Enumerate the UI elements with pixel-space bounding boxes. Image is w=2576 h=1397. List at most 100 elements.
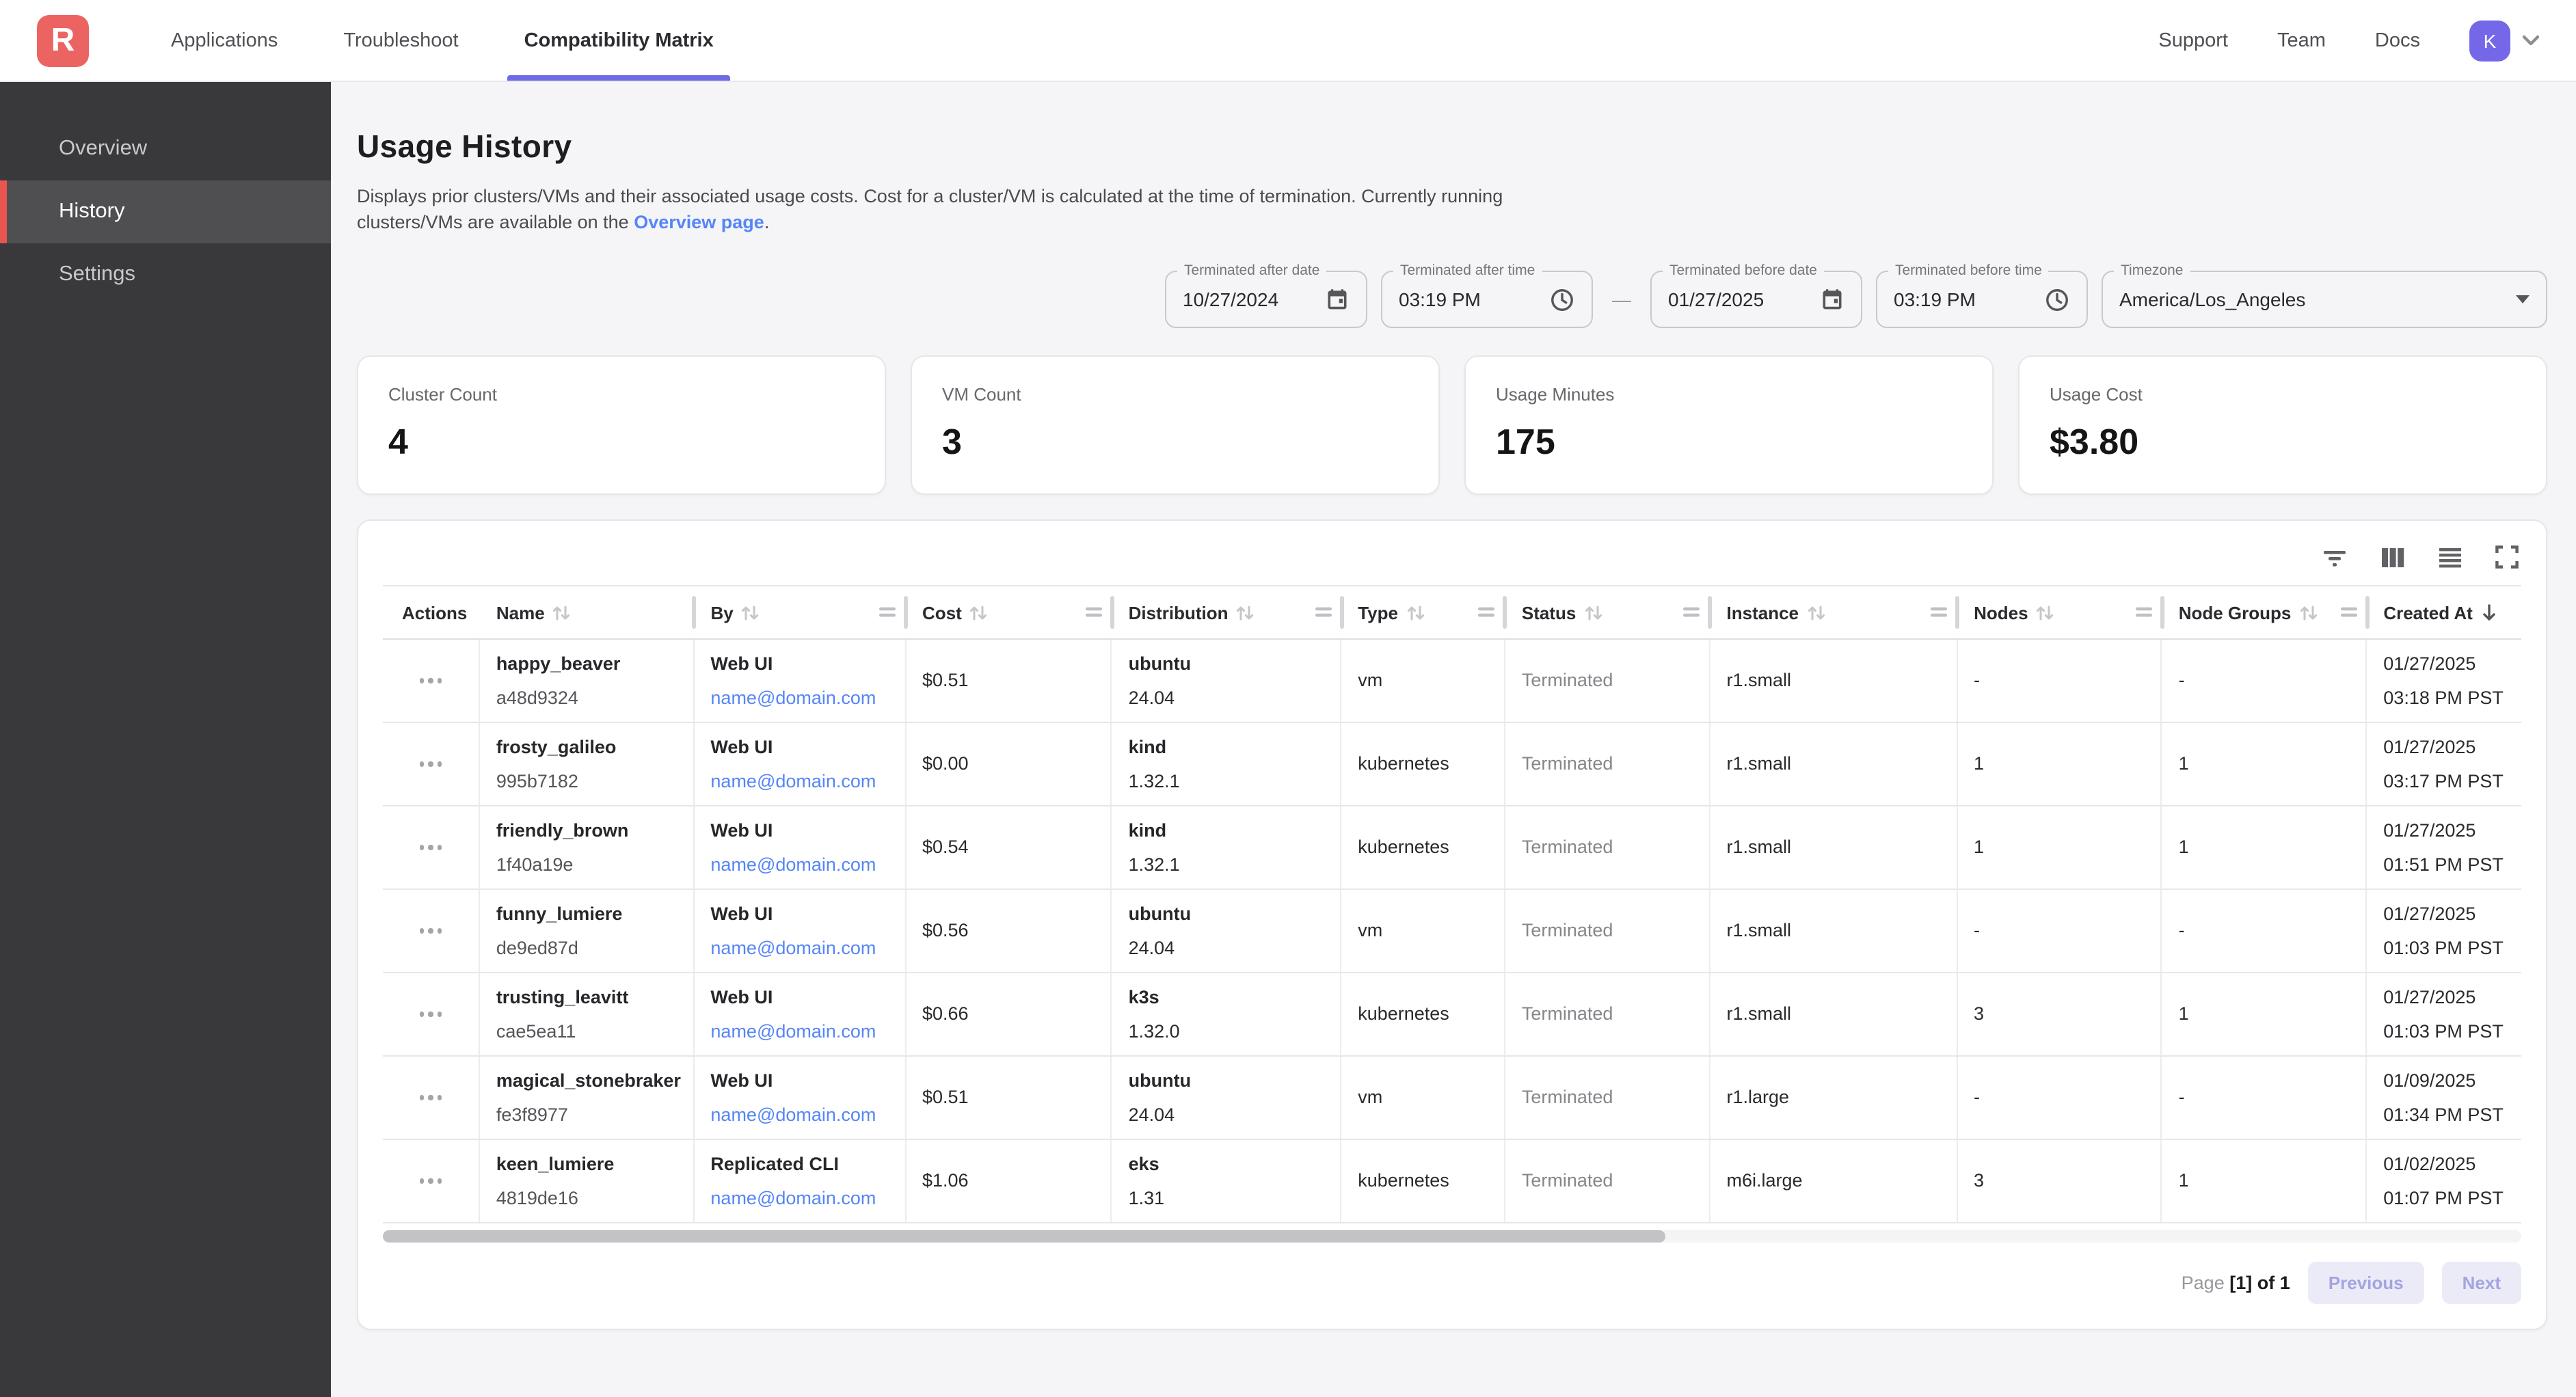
sort-icon[interactable] <box>2035 603 2056 621</box>
column-resize-icon[interactable] <box>2136 606 2152 619</box>
sidebar-item-history[interactable]: History <box>0 180 331 243</box>
ellipsis-icon[interactable] <box>419 1179 442 1184</box>
link-team[interactable]: Team <box>2277 29 2326 51</box>
stat-card-usage-minutes: Usage Minutes 175 <box>1464 355 1994 495</box>
column-resize-icon[interactable] <box>1684 606 1700 619</box>
email-link[interactable]: name@domain.com <box>710 1186 904 1210</box>
tab-compatibility-matrix[interactable]: Compatibility Matrix <box>500 0 738 81</box>
clock-icon[interactable] <box>2030 286 2070 312</box>
cluster-name: happy_beaver <box>496 651 693 676</box>
column-resize-icon[interactable] <box>2340 606 2357 619</box>
node-groups-value: - <box>2179 919 2366 943</box>
fullscreen-icon[interactable] <box>2495 545 2519 569</box>
tab-troubleshoot[interactable]: Troubleshoot <box>319 0 483 81</box>
cell-status: Terminated <box>1505 640 1710 722</box>
row-actions-button[interactable] <box>383 1057 480 1139</box>
table-row: keen_lumiere4819de16Replicated CLIname@d… <box>383 1140 2521 1223</box>
columns-icon[interactable] <box>2380 546 2405 568</box>
type-value: kubernetes <box>1358 1002 1504 1027</box>
cluster-id: 4819de16 <box>496 1186 693 1210</box>
avatar[interactable]: K <box>2469 20 2510 61</box>
row-actions-button[interactable] <box>383 806 480 889</box>
column-header-by[interactable]: By <box>694 586 906 638</box>
sort-icon[interactable] <box>1235 603 1256 621</box>
node-groups-value: 1 <box>2179 752 2366 776</box>
row-actions-button[interactable] <box>383 723 480 805</box>
timezone-select[interactable]: Timezone America/Los_Angeles <box>2102 271 2547 328</box>
column-header-instance[interactable]: Instance <box>1710 586 1958 638</box>
ellipsis-icon[interactable] <box>419 1096 442 1100</box>
email-link[interactable]: name@domain.com <box>710 1102 904 1127</box>
stat-value: $3.80 <box>2050 421 2516 463</box>
terminated-after-date-field[interactable]: Terminated after date 10/27/2024 <box>1165 271 1367 328</box>
column-resize-icon[interactable] <box>1315 606 1331 619</box>
usage-history-table-card: Actions NameByCostDistributionTypeStatusI… <box>357 519 2547 1330</box>
ellipsis-icon[interactable] <box>419 762 442 767</box>
terminated-before-time-field[interactable]: Terminated before time 03:19 PM <box>1876 271 2088 328</box>
column-header-distribution[interactable]: Distribution <box>1112 586 1342 638</box>
column-header-status[interactable]: Status <box>1505 586 1710 638</box>
link-support[interactable]: Support <box>2158 29 2228 51</box>
email-link[interactable]: name@domain.com <box>710 686 904 710</box>
row-actions-button[interactable] <box>383 640 480 722</box>
email-link[interactable]: name@domain.com <box>710 852 904 877</box>
scrollbar-thumb[interactable] <box>383 1230 1666 1243</box>
row-actions-button[interactable] <box>383 890 480 972</box>
cluster-id: de9ed87d <box>496 936 693 960</box>
calendar-icon[interactable] <box>1806 287 1844 312</box>
sort-icon[interactable] <box>552 603 572 621</box>
cluster-name: magical_stonebraker <box>496 1068 693 1093</box>
chevron-down-icon[interactable] <box>2521 34 2540 46</box>
column-header-label: Nodes <box>1974 602 2028 623</box>
calendar-icon[interactable] <box>1311 287 1350 312</box>
sort-desc-icon[interactable] <box>2480 602 2500 623</box>
distribution-version: 24.04 <box>1129 936 1341 960</box>
sort-icon[interactable] <box>1583 603 1603 621</box>
terminated-before-date-label: Terminated before date <box>1663 262 1824 279</box>
terminated-before-date-field[interactable]: Terminated before date 01/27/2025 <box>1650 271 1862 328</box>
table-row: magical_stonebrakerfe3f8977Web UIname@do… <box>383 1057 2521 1140</box>
tab-applications[interactable]: Applications <box>146 0 302 81</box>
ellipsis-icon[interactable] <box>419 679 442 683</box>
previous-button[interactable]: Previous <box>2308 1262 2424 1304</box>
sidebar-item-overview[interactable]: Overview <box>0 118 331 180</box>
next-button[interactable]: Next <box>2442 1262 2521 1304</box>
row-actions-button[interactable] <box>383 973 480 1055</box>
row-actions-button[interactable] <box>383 1140 480 1222</box>
column-header-label: Actions <box>402 602 467 623</box>
link-docs[interactable]: Docs <box>2375 29 2420 51</box>
email-link[interactable]: name@domain.com <box>710 769 904 794</box>
column-resize-icon[interactable] <box>1931 606 1947 619</box>
cell-created-by: Web UIname@domain.com <box>694 640 906 722</box>
sort-icon[interactable] <box>969 603 989 621</box>
column-header-type[interactable]: Type <box>1341 586 1505 638</box>
cell-created-date: 01/27/202501:03 PM PST <box>2367 890 2521 972</box>
column-header-nodes[interactable]: Nodes <box>1957 586 2162 638</box>
column-header-created-at[interactable]: Created At <box>2367 586 2521 638</box>
replicated-logo[interactable]: R <box>37 14 89 66</box>
column-resize-icon[interactable] <box>879 606 896 619</box>
primary-tabs: Applications Troubleshoot Compatibility … <box>146 0 755 81</box>
terminated-after-time-field[interactable]: Terminated after time 03:19 PM <box>1381 271 1593 328</box>
email-link[interactable]: name@domain.com <box>710 936 904 960</box>
sort-icon[interactable] <box>1405 603 1425 621</box>
density-icon[interactable] <box>2438 546 2463 568</box>
cell-created-date: 01/27/202503:17 PM PST <box>2367 723 2521 805</box>
overview-page-link[interactable]: Overview page <box>634 212 764 232</box>
ellipsis-icon[interactable] <box>419 1012 442 1017</box>
sort-icon[interactable] <box>2298 603 2318 621</box>
clock-icon[interactable] <box>1535 286 1575 312</box>
filter-icon[interactable] <box>2322 546 2348 568</box>
sort-icon[interactable] <box>740 603 761 621</box>
ellipsis-icon[interactable] <box>419 929 442 934</box>
column-resize-icon[interactable] <box>1086 606 1102 619</box>
column-resize-icon[interactable] <box>1479 606 1495 619</box>
column-header-cost[interactable]: Cost <box>906 586 1112 638</box>
column-header-name[interactable]: Name <box>480 586 695 638</box>
column-header-node-groups[interactable]: Node Groups <box>2162 586 2367 638</box>
cell-nodes: 1 <box>1957 723 2162 805</box>
ellipsis-icon[interactable] <box>419 845 442 850</box>
email-link[interactable]: name@domain.com <box>710 1019 904 1044</box>
sidebar-item-settings[interactable]: Settings <box>0 243 331 306</box>
sort-icon[interactable] <box>1806 603 1826 621</box>
